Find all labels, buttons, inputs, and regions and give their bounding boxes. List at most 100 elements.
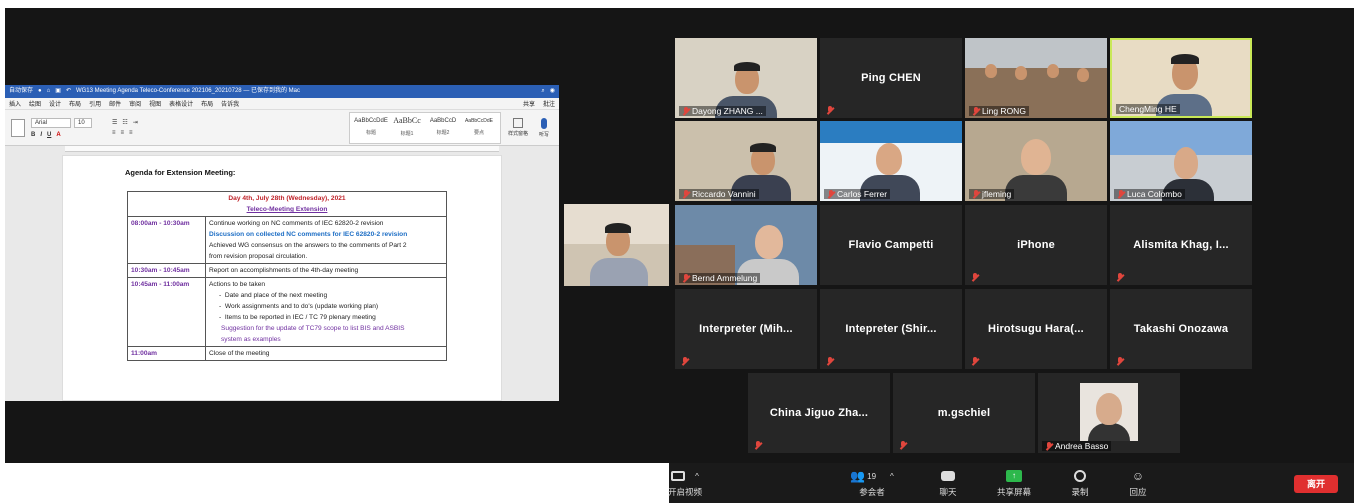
bullet-line: - Items to be reported in IEC / TC 79 pl… [219,314,376,321]
mic-muted-icon [826,357,834,366]
participant-tile[interactable]: Hirotsugu Hara(... [965,289,1107,369]
align-right-icon[interactable]: ≡ [129,130,133,136]
document-page[interactable]: Agenda for Extension Meeting: Day 4th, J… [62,155,502,401]
word-title-bar: 自动保存 ● ⌂ ▣ ↶ WG13 Meeting Agenda Teleco-… [5,85,559,98]
menu-references[interactable]: 引用 [89,99,101,108]
styles-gallery: AaBbCcDdE 标题 AaBbCc 标题1 AaBbCcD 标题2 AaBbCcD… [349,111,501,144]
align-left-icon[interactable]: ≡ [112,130,116,136]
align-center-icon[interactable]: ≡ [121,130,125,136]
underline-icon[interactable]: U [47,132,51,138]
mic-muted-icon [971,273,979,282]
font-name-field[interactable]: Arial [31,117,71,128]
bullet-line: - Work assignments and to do's (update w… [219,303,379,310]
numbering-icon[interactable]: ☷ [122,119,127,126]
menu-insert[interactable]: 插入 [9,99,21,108]
dictate-button[interactable]: 听写 [535,117,553,138]
save-icon[interactable]: ▣ [55,85,61,98]
participants-icon: 👥 [850,469,866,483]
share-background [5,8,669,85]
share-screen-button[interactable]: ↑ 共享屏幕 [989,469,1039,498]
ruler[interactable] [65,146,499,152]
home-icon[interactable]: ⌂ [47,85,51,98]
participant-tile[interactable]: iPhone [965,205,1107,285]
participant-name: iPhone [1017,239,1055,251]
start-video-button[interactable]: ^ 开启视频 [660,469,710,498]
italic-icon[interactable]: I [40,132,42,138]
participant-name: China Jiguo Zha... [769,407,869,419]
menu-view[interactable]: 视图 [149,99,161,108]
participant-tile[interactable]: Riccardo Vannini [675,121,817,201]
participant-tile[interactable]: Ling RONG [965,38,1107,118]
agenda-line: from revision proposal circulation. [209,253,308,260]
content-cell: Report on accomplishments of the 4th-day… [205,263,447,278]
chevron-up-icon[interactable]: ^ [890,472,894,481]
menu-table-design[interactable]: 表格设计 [169,99,193,108]
participant-tile[interactable]: Alismita Khag, I... [1110,205,1252,285]
menu-design[interactable]: 设计 [49,99,61,108]
participant-tile[interactable]: Carlos Ferrer [820,121,962,201]
paste-icon[interactable] [11,118,25,137]
speaker-video-thumbnail[interactable] [564,204,669,286]
menu-tell-me[interactable]: 告诉我 [221,99,239,108]
share-background-bottom [5,401,669,463]
participant-name: Takashi Onozawa [1133,323,1229,335]
word-ribbon: Arial 10 B I U A ☰ ☷ ⇥ ≡ ≡ ≡ AaBbCcDdE 标题… [5,110,559,146]
bullet-line: - Date and place of the next meeting [219,292,328,299]
participant-label: ChengMing HE [1116,104,1180,114]
search-icon[interactable]: ⌕ [541,85,544,98]
menu-mailings[interactable]: 邮件 [109,99,121,108]
participant-tile[interactable]: m.gschiel [893,373,1035,453]
menu-table-layout[interactable]: 布局 [201,99,213,108]
account-icon[interactable]: ◉ [550,85,555,98]
comment-button[interactable]: 批注 [543,99,555,108]
autosave-toggle[interactable]: ● [38,85,42,98]
style-emphasis[interactable]: AaBbCcDdE 要点 [462,115,496,141]
participant-tile[interactable]: Interpreter (Mih... [675,289,817,369]
participant-tile[interactable]: Andrea Basso [1038,373,1180,453]
agenda-line-highlight: Discussion on collected NC comments for … [209,231,408,238]
share-screen-icon: ↑ [1006,470,1022,482]
suggestion-line: system as examples [221,336,281,343]
participant-tile[interactable]: Takashi Onozawa [1110,289,1252,369]
undo-icon[interactable]: ↶ [66,85,71,98]
menu-layout[interactable]: 布局 [69,99,81,108]
document-title: WG13 Meeting Agenda Teleco-Conference 20… [75,88,300,94]
style-heading-1[interactable]: AaBbCc 标题1 [390,115,424,141]
participant-tile[interactable]: Flavio Campetti [820,205,962,285]
style-heading-2[interactable]: AaBbCcD 标题2 [426,115,460,141]
indent-icon[interactable]: ⇥ [133,119,138,126]
participant-tile[interactable]: jfleming [965,121,1107,201]
table-row: 11:00am Close of the meeting [127,346,447,361]
participant-tile[interactable]: Luca Colombo [1110,121,1252,201]
shared-screen[interactable]: 自动保存 ● ⌂ ▣ ↶ WG13 Meeting Agenda Teleco-… [5,85,559,401]
mic-muted-icon [972,189,980,199]
participant-tile[interactable]: Bernd Ammelung [675,205,817,285]
participant-tile[interactable]: China Jiguo Zha... [748,373,890,453]
styles-pane-button[interactable]: 样式窗格 [507,118,529,137]
bullets-icon[interactable]: ☰ [112,119,117,126]
font-color-icon[interactable]: A [56,132,60,138]
mic-muted-icon [754,441,762,450]
reactions-button[interactable]: ☺ 回应 [1113,469,1163,498]
participant-tile[interactable]: Ping CHEN [820,38,962,118]
participants-button[interactable]: 👥 19 ^ 参会者 [847,469,897,498]
participant-name: Ping CHEN [861,72,921,84]
font-size-field[interactable]: 10 [74,117,92,128]
participant-name: Flavio Campetti [848,239,934,251]
chat-button[interactable]: 聊天 [923,469,973,498]
participant-tile[interactable]: Intepreter (Shir... [820,289,962,369]
table-title-cell: Day 4th, July 28th (Wednesday), 2021 Tel… [127,191,447,217]
style-title[interactable]: AaBbCcDdE 标题 [354,115,388,141]
record-button[interactable]: 录制 [1055,469,1105,498]
share-doc-button[interactable]: 共享 [523,99,535,108]
participant-tile[interactable]: Dayong ZHANG ... [675,38,817,118]
menu-draw[interactable]: 绘图 [29,99,41,108]
participant-tile-active-speaker[interactable]: ChengMing HE [1110,38,1252,118]
menu-review[interactable]: 审阅 [129,99,141,108]
time-cell: 10:30am - 10:45am [127,263,206,278]
leave-button[interactable]: 离开 [1294,475,1338,493]
participant-label: Carlos Ferrer [824,189,891,199]
bold-icon[interactable]: B [31,132,35,138]
chevron-up-icon[interactable]: ^ [695,472,699,481]
participant-label: Dayong ZHANG ... [679,106,766,116]
